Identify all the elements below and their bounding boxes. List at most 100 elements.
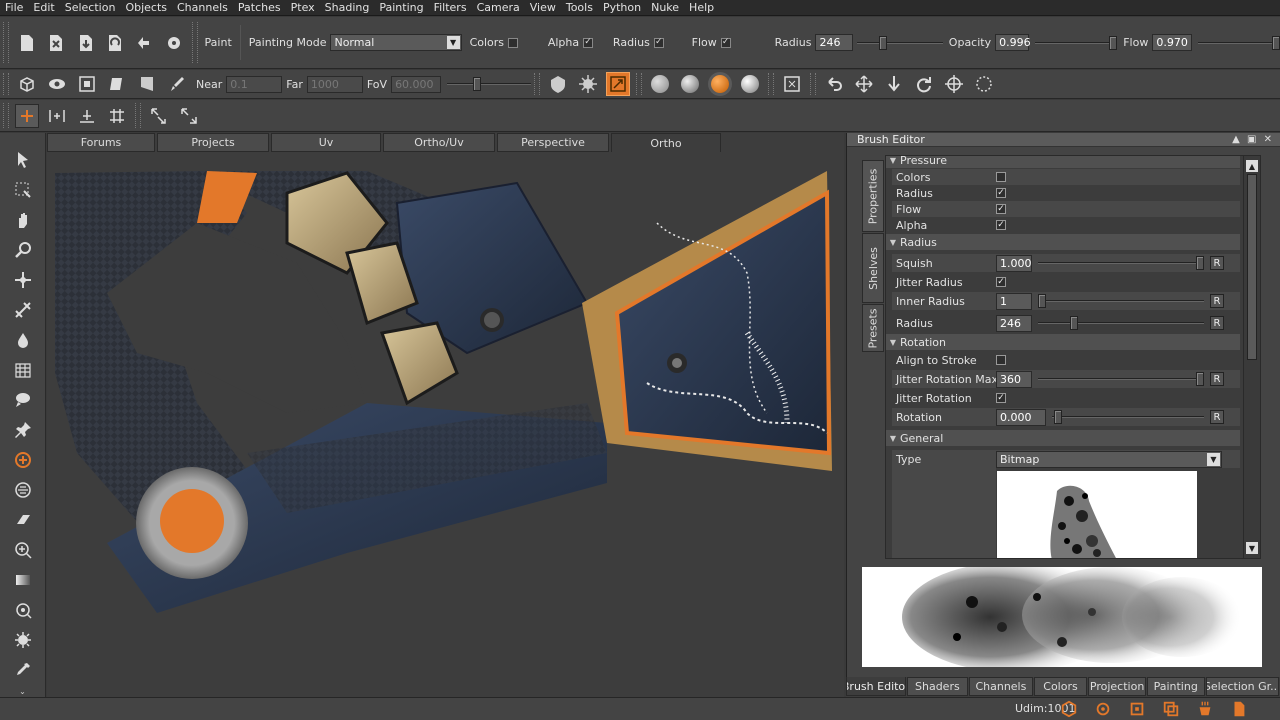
menu-file[interactable]: File [0,0,28,16]
pressure-flow-checkbox[interactable]: ✓ [996,204,1006,214]
radius-section-header[interactable]: ▼ Radius [886,234,1240,250]
menu-help[interactable]: Help [684,0,719,16]
cup-icon[interactable] [1196,700,1214,718]
new-file-icon[interactable] [15,31,38,55]
painting-mode-dropdown[interactable]: Normal ▼ [330,34,462,51]
window-buttons[interactable]: ▲ ▣ ✕ [1232,133,1274,147]
fill-icon[interactable] [11,598,35,622]
more-tools-icon[interactable]: ⌄ [19,687,26,696]
menu-camera[interactable]: Camera [472,0,525,16]
target-icon[interactable] [1094,700,1112,718]
shaded-sphere-icon[interactable] [711,75,730,93]
eye-icon[interactable] [45,72,69,96]
shield-icon[interactable] [546,72,570,96]
tab-presets[interactable]: Presets [862,304,884,352]
snap-grid-icon[interactable] [105,104,129,128]
menu-nuke[interactable]: Nuke [646,0,684,16]
tab-colors[interactable]: Colors [1033,677,1088,696]
mesh-icon[interactable] [11,358,35,382]
specular-sphere-icon[interactable] [741,75,760,93]
toolbar-grip[interactable] [810,72,817,96]
tab-forums[interactable]: Forums [47,133,155,152]
link-cursor-icon[interactable] [147,104,171,128]
align-to-stroke-checkbox[interactable] [996,355,1006,365]
tab-uv[interactable]: Uv [271,133,381,152]
splat-icon[interactable] [576,72,600,96]
target-point-icon[interactable] [15,103,39,128]
flat-sphere-icon[interactable] [651,75,670,93]
arrow-down-icon[interactable] [882,72,906,96]
brush-radius-slider[interactable] [1038,315,1204,331]
rotation-slider[interactable] [1052,409,1204,425]
jitter-rotation-max-reset-button[interactable]: R [1210,372,1224,386]
redo-history-icon[interactable] [162,31,185,55]
radius-reset-button[interactable]: R [1210,316,1224,330]
tab-properties[interactable]: Properties [862,160,884,232]
squish-reset-button[interactable]: R [1210,256,1224,270]
fov-slider[interactable] [447,76,532,92]
menu-channels[interactable]: Channels [172,0,233,16]
move-tool-icon[interactable] [11,268,35,292]
tab-painting[interactable]: Painting [1146,677,1205,696]
wireframe-cube-icon[interactable] [15,72,39,96]
undo-icon[interactable] [822,72,846,96]
eraser-icon[interactable] [11,508,35,532]
zoom-icon[interactable] [11,238,35,262]
scale-tool-icon[interactable] [11,298,35,322]
pressure-colors-checkbox[interactable] [996,172,1006,182]
general-section-header[interactable]: ▼ General [886,430,1240,446]
toolbar-grip[interactable] [191,22,198,63]
pin-icon[interactable] [11,418,35,442]
toolbar-grip[interactable] [135,103,141,128]
transform-icon[interactable] [942,72,966,96]
toolbar-grip[interactable] [768,72,775,96]
toolbar-grip[interactable] [534,72,541,96]
tab-projection[interactable]: Projection [1088,677,1146,696]
solid-shape-icon[interactable] [105,72,129,96]
far-input[interactable]: 1000 [306,75,363,93]
marquee-select-icon[interactable] [11,178,35,202]
tab-shaders[interactable]: Shaders [906,677,969,696]
toolbar-grip[interactable] [3,103,9,128]
tab-selection-groups[interactable]: Selection Gr... [1205,677,1279,696]
gradient-icon[interactable] [11,568,35,592]
hexagon-icon[interactable] [1060,700,1078,718]
eyedropper-icon[interactable] [11,658,35,682]
menu-view[interactable]: View [525,0,561,16]
menu-painting[interactable]: Painting [374,0,428,16]
inner-radius-input[interactable]: 1 [996,292,1032,310]
tab-projects[interactable]: Projects [157,133,269,152]
near-input[interactable]: 0.1 [226,75,283,93]
jitter-radius-checkbox[interactable]: ✓ [996,277,1006,287]
radius-slider[interactable] [856,35,943,51]
jitter-rotation-checkbox[interactable]: ✓ [996,393,1006,403]
flow-checkbox[interactable]: ✓ [720,37,731,48]
smear-tool-icon[interactable] [11,478,35,502]
clone-stamp-icon[interactable] [11,538,35,562]
radius-checkbox[interactable]: ✓ [653,37,664,48]
paint-mode-active-icon[interactable] [606,72,631,96]
menu-shading[interactable]: Shading [320,0,375,16]
pressure-section-header[interactable]: ▼ Pressure [886,156,1240,168]
close-file-icon[interactable] [44,31,67,55]
rotation-section-header[interactable]: ▼ Rotation [886,334,1240,350]
frame-icon[interactable] [780,72,804,96]
tab-ortho[interactable]: Ortho [611,133,721,152]
tab-shelves[interactable]: Shelves [862,233,884,303]
rotate-icon[interactable] [912,72,936,96]
brush-radius-input[interactable]: 246 [996,314,1032,332]
squish-slider[interactable] [1038,255,1204,271]
toolbar-grip[interactable] [3,22,9,63]
speech-bubble-icon[interactable] [11,388,35,412]
pressure-alpha-checkbox[interactable]: ✓ [996,220,1006,230]
lasso-select-icon[interactable] [972,72,996,96]
jitter-rotation-max-input[interactable]: 360 [996,370,1032,388]
unlink-cursor-icon[interactable] [177,104,201,128]
tab-perspective[interactable]: Perspective [497,133,609,152]
paint-brush-icon[interactable] [165,72,189,96]
layers-icon[interactable] [1162,700,1180,718]
select-arrow-icon[interactable] [11,148,35,172]
undo-history-icon[interactable] [133,31,156,55]
inner-radius-slider[interactable] [1038,293,1204,309]
rotation-input[interactable]: 0.000 [996,408,1046,426]
